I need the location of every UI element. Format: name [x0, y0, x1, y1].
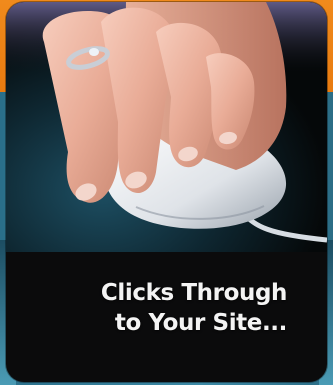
caption-line-1: Clicks Through: [100, 280, 287, 306]
hand-on-mouse-photo: [6, 2, 327, 252]
banner-ad[interactable]: Clicks Through to Your Site...: [0, 0, 333, 385]
promo-card[interactable]: Clicks Through to Your Site...: [6, 2, 327, 382]
caption-line-2: to Your Site...: [114, 310, 288, 336]
promo-caption: Clicks Through to Your Site...: [6, 278, 327, 338]
